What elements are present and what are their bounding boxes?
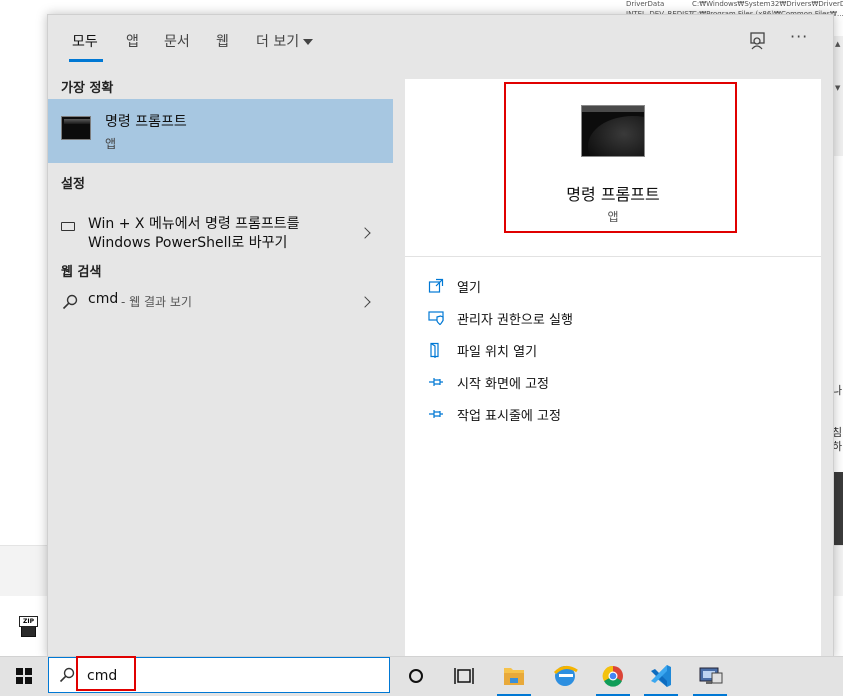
start-button[interactable] bbox=[0, 657, 48, 696]
results-list: 가장 정확 명령 프롬프트 앱 설정 Win + X 메뉴에서 명령 프롬프트를… bbox=[48, 71, 393, 657]
action-label: 시작 화면에 고정 bbox=[457, 377, 549, 392]
preview-subtitle: 앱 bbox=[607, 210, 619, 224]
vscode-icon[interactable] bbox=[637, 657, 685, 696]
cortana-icon[interactable] bbox=[392, 657, 440, 696]
section-header-settings: 설정 bbox=[61, 177, 85, 192]
admin-shield-icon bbox=[428, 311, 444, 326]
preview-panel: 명령 프롬프트 앱 열기 관리자 권한으로 실행 파일 위치 열기 시작 화면에… bbox=[405, 79, 821, 657]
action-pin-to-taskbar[interactable]: 작업 표시줄에 고정 bbox=[428, 403, 808, 425]
more-options-icon[interactable]: ··· bbox=[790, 27, 808, 46]
chevron-right-icon[interactable] bbox=[359, 227, 371, 239]
action-label: 관리자 권한으로 실행 bbox=[457, 313, 573, 328]
windows-logo-icon bbox=[16, 668, 23, 675]
action-run-as-admin[interactable]: 관리자 권한으로 실행 bbox=[428, 307, 808, 329]
action-label: 작업 표시줄에 고정 bbox=[457, 409, 561, 424]
edge-icon[interactable] bbox=[541, 657, 589, 696]
preview-title: 명령 프롬프트 bbox=[566, 185, 660, 204]
tab-documents[interactable]: 문서 bbox=[164, 31, 190, 51]
open-icon bbox=[428, 278, 444, 293]
action-open[interactable]: 열기 bbox=[428, 275, 808, 297]
search-icon bbox=[62, 294, 78, 310]
chevron-right-icon[interactable] bbox=[359, 296, 371, 308]
tab-apps[interactable]: 앱 bbox=[126, 31, 139, 51]
tab-more[interactable]: 더 보기 bbox=[256, 31, 314, 51]
cmd-large-icon bbox=[581, 105, 645, 157]
setting-result[interactable]: Win + X 메뉴에서 명령 프롬프트를 Windows PowerShell… bbox=[48, 207, 393, 257]
zip-file-icon[interactable]: ZIP bbox=[19, 616, 38, 637]
taskbar bbox=[0, 656, 843, 696]
cmd-icon bbox=[61, 116, 91, 140]
search-input[interactable] bbox=[87, 665, 367, 687]
remote-desktop-icon[interactable] bbox=[686, 657, 734, 696]
start-menu-search-panel: 모두 앱 문서 웹 더 보기 ··· 가장 정확 명령 프롬프트 앱 설정 Wi… bbox=[47, 14, 834, 658]
active-tab-indicator bbox=[69, 59, 103, 62]
result-title: 명령 프롬프트 bbox=[105, 114, 187, 130]
env-row: DriverData C:₩Windows₩System32₩Drivers₩D… bbox=[626, 0, 843, 8]
tab-more-label: 더 보기 bbox=[256, 34, 300, 50]
taskbar-search-box[interactable] bbox=[48, 657, 390, 693]
action-open-file-location[interactable]: 파일 위치 열기 bbox=[428, 339, 808, 361]
action-pin-to-start[interactable]: 시작 화면에 고정 bbox=[428, 371, 808, 393]
setting-line-1: Win + X 메뉴에서 명령 프롬프트를 bbox=[88, 216, 300, 232]
setting-line-2: Windows PowerShell로 바꾸기 bbox=[88, 235, 288, 251]
web-search-result[interactable]: cmd - 웹 결과 보기 bbox=[48, 287, 393, 317]
task-view-icon[interactable] bbox=[440, 657, 488, 696]
chrome-icon[interactable] bbox=[589, 657, 637, 696]
background-scrollbar[interactable]: ▲ ▼ bbox=[834, 36, 843, 156]
tab-web[interactable]: 웹 bbox=[216, 31, 229, 51]
background-dark-strip bbox=[834, 472, 843, 546]
search-icon bbox=[59, 667, 75, 683]
file-location-icon bbox=[430, 342, 439, 358]
app-preview: 명령 프롬프트 앱 bbox=[405, 79, 821, 257]
scroll-up-icon[interactable]: ▲ bbox=[835, 40, 840, 48]
pin-icon bbox=[429, 410, 443, 418]
tab-all[interactable]: 모두 bbox=[72, 31, 98, 51]
file-explorer-icon[interactable] bbox=[490, 657, 538, 696]
feedback-icon[interactable] bbox=[747, 30, 769, 52]
search-tabs: 모두 앱 문서 웹 더 보기 ··· bbox=[48, 15, 833, 65]
action-label: 열기 bbox=[457, 281, 481, 296]
section-header-best-match: 가장 정확 bbox=[61, 81, 114, 96]
result-type: 앱 bbox=[105, 137, 117, 151]
web-query: cmd bbox=[88, 291, 119, 307]
scroll-down-icon[interactable]: ▼ bbox=[835, 84, 840, 92]
keyboard-icon bbox=[61, 222, 75, 231]
chevron-down-icon bbox=[303, 39, 314, 45]
web-suffix: - 웹 결과 보기 bbox=[121, 295, 192, 309]
divider bbox=[405, 256, 821, 257]
best-match-result[interactable]: 명령 프롬프트 앱 bbox=[48, 99, 393, 163]
section-header-web-search: 웹 검색 bbox=[61, 265, 102, 280]
pin-icon bbox=[429, 378, 443, 386]
action-label: 파일 위치 열기 bbox=[457, 345, 538, 360]
